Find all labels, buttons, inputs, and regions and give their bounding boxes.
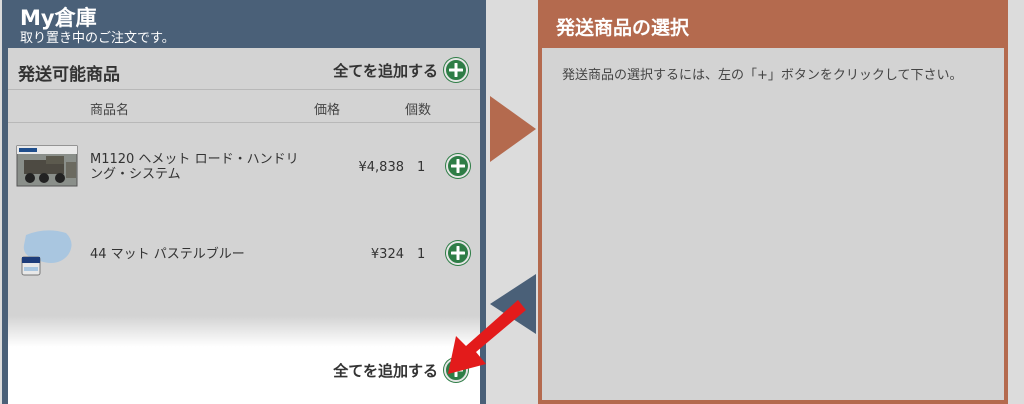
available-section-title: 発送可能商品 [18,65,120,85]
add-all-button-top[interactable]: 全てを追加する [333,58,468,82]
item-name[interactable]: 44 マット パステルブルー [90,247,310,262]
arrow-right-icon [490,96,536,166]
add-all-label: 全てを追加する [333,361,438,380]
add-all-label: 全てを追加する [333,61,438,80]
column-header-name: 商品名 [90,103,130,118]
shipping-instructions: 発送商品の選択するには、左の「+」ボタンをクリックして下さい。 [562,68,963,83]
item-qty: 1 [417,160,426,175]
column-header-qty: 個数 [405,103,432,118]
shipping-selection-title: 発送商品の選択 [556,17,690,39]
available-section-header: 発送可能商品 全てを追加する [8,48,480,90]
column-header-price: 価格 [314,103,341,118]
available-items-body: 発送可能商品 全てを追加する 商品名 価格 個数 M1120 ヘメット ロード・… [8,48,480,404]
my-warehouse-header: My倉庫 取り置き中のご注文です。 [8,0,480,48]
add-item-button[interactable] [446,241,470,265]
item-price: ¥324 [370,247,404,262]
item-column-headers: 商品名 価格 個数 [8,91,480,123]
item-price: ¥4,838 [358,160,405,175]
truck-kit-box-image [16,140,78,190]
shipping-selection-panel: 発送商品の選択 発送商品の選択するには、左の「+」ボタンをクリックして下さい。 [538,0,1008,404]
item-row: 44 マット パステルブルー ¥324 1 [8,221,480,281]
item-qty: 1 [417,247,426,262]
item-name[interactable]: M1120 ヘメット ロード・ハンドリング・システム [90,152,310,182]
page-subtitle: 取り置き中のご注文です。 [20,31,175,46]
paint-tin-image [16,227,78,277]
item-row: M1120 ヘメット ロード・ハンドリング・システム ¥4,838 1 [8,134,480,194]
pointer-arrow-icon [430,294,528,382]
shipping-selection-header: 発送商品の選択 [542,0,1004,48]
plus-circle-icon[interactable] [444,58,468,82]
my-warehouse-panel: My倉庫 取り置き中のご注文です。 発送可能商品 全てを追加する 商品名 価格 … [2,0,486,404]
page-margin [1010,0,1024,404]
add-item-button[interactable] [446,154,470,178]
